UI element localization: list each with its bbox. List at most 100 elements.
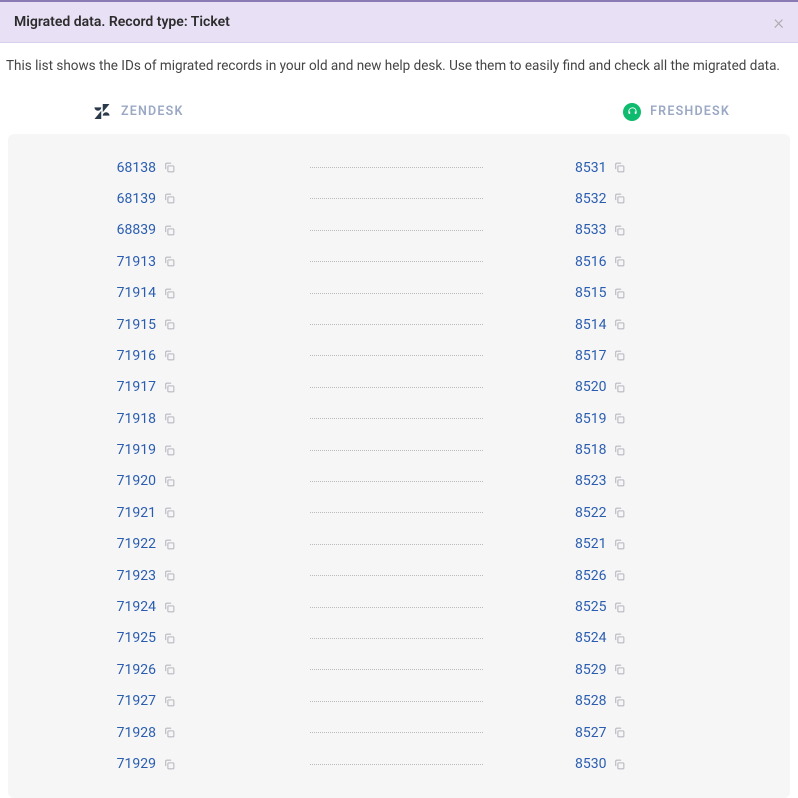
source-cell: 71915 xyxy=(20,317,308,333)
source-id-link[interactable]: 71921 xyxy=(117,505,156,521)
modal-title: Migrated data. Record type: Ticket xyxy=(14,14,230,30)
source-id-link[interactable]: 71925 xyxy=(117,630,156,646)
source-id-link[interactable]: 71917 xyxy=(117,379,156,395)
source-id-link[interactable]: 71919 xyxy=(117,442,156,458)
source-id-link[interactable]: 71928 xyxy=(117,725,156,741)
target-id-link[interactable]: 8517 xyxy=(575,348,606,364)
target-id-link[interactable]: 8523 xyxy=(575,473,606,489)
copy-icon[interactable] xyxy=(613,758,626,771)
source-id-link[interactable]: 71915 xyxy=(117,317,156,333)
copy-icon[interactable] xyxy=(163,444,176,457)
copy-icon[interactable] xyxy=(613,161,626,174)
source-id-link[interactable]: 71918 xyxy=(117,411,156,427)
table-row: 68839 8533 xyxy=(8,215,790,246)
target-id-link[interactable]: 8518 xyxy=(575,442,606,458)
target-id-link[interactable]: 8526 xyxy=(575,568,606,584)
copy-icon[interactable] xyxy=(613,663,626,676)
copy-icon[interactable] xyxy=(163,758,176,771)
target-id-link[interactable]: 8516 xyxy=(575,254,606,270)
copy-icon[interactable] xyxy=(163,255,176,268)
copy-icon[interactable] xyxy=(613,255,626,268)
row-divider xyxy=(310,355,483,356)
source-id-link[interactable]: 68839 xyxy=(117,222,156,238)
source-id-link[interactable]: 68138 xyxy=(117,160,156,176)
copy-icon[interactable] xyxy=(613,632,626,645)
source-id-link[interactable]: 71922 xyxy=(117,536,156,552)
source-cell: 71913 xyxy=(20,254,308,270)
copy-icon[interactable] xyxy=(613,224,626,237)
copy-icon[interactable] xyxy=(613,349,626,362)
target-cell: 8527 xyxy=(485,725,778,741)
source-id-link[interactable]: 71913 xyxy=(117,254,156,270)
target-id-link[interactable]: 8530 xyxy=(575,756,606,772)
source-cell: 71924 xyxy=(20,599,308,615)
target-id-link[interactable]: 8515 xyxy=(575,285,606,301)
target-id-link[interactable]: 8528 xyxy=(575,693,606,709)
copy-icon[interactable] xyxy=(613,318,626,331)
target-id-link[interactable]: 8525 xyxy=(575,599,606,615)
target-id-link[interactable]: 8521 xyxy=(575,536,606,552)
copy-icon[interactable] xyxy=(163,381,176,394)
target-id-link[interactable]: 8519 xyxy=(575,411,606,427)
source-id-link[interactable]: 71924 xyxy=(117,599,156,615)
target-cell: 8532 xyxy=(485,191,778,207)
copy-icon[interactable] xyxy=(163,287,176,300)
copy-icon[interactable] xyxy=(613,381,626,394)
tab-zendesk[interactable]: ZENDESK xyxy=(0,91,411,132)
row-divider xyxy=(310,575,483,576)
row-divider xyxy=(310,764,483,765)
target-id-link[interactable]: 8532 xyxy=(575,191,606,207)
copy-icon[interactable] xyxy=(163,349,176,362)
target-id-link[interactable]: 8520 xyxy=(575,379,606,395)
copy-icon[interactable] xyxy=(163,695,176,708)
copy-icon[interactable] xyxy=(163,412,176,425)
row-divider xyxy=(310,167,483,168)
copy-icon[interactable] xyxy=(613,506,626,519)
copy-icon[interactable] xyxy=(163,506,176,519)
copy-icon[interactable] xyxy=(613,726,626,739)
source-id-link[interactable]: 71914 xyxy=(117,285,156,301)
source-id-link[interactable]: 71929 xyxy=(117,756,156,772)
copy-icon[interactable] xyxy=(613,192,626,205)
target-cell: 8525 xyxy=(485,599,778,615)
target-id-link[interactable]: 8527 xyxy=(575,725,606,741)
target-id-link[interactable]: 8524 xyxy=(575,630,606,646)
copy-icon[interactable] xyxy=(613,412,626,425)
copy-icon[interactable] xyxy=(163,726,176,739)
copy-icon[interactable] xyxy=(163,192,176,205)
target-id-link[interactable]: 8522 xyxy=(575,505,606,521)
copy-icon[interactable] xyxy=(163,601,176,614)
zendesk-icon xyxy=(92,104,112,119)
copy-icon[interactable] xyxy=(613,601,626,614)
copy-icon[interactable] xyxy=(613,475,626,488)
target-id-link[interactable]: 8531 xyxy=(575,160,606,176)
source-cell: 71927 xyxy=(20,693,308,709)
copy-icon[interactable] xyxy=(613,444,626,457)
copy-icon[interactable] xyxy=(163,663,176,676)
description-text: This list shows the IDs of migrated reco… xyxy=(0,43,798,90)
copy-icon[interactable] xyxy=(613,287,626,300)
source-id-link[interactable]: 71926 xyxy=(117,662,156,678)
source-id-link[interactable]: 71916 xyxy=(117,348,156,364)
source-id-link[interactable]: 71923 xyxy=(117,568,156,584)
close-icon[interactable]: × xyxy=(774,12,784,32)
target-id-link[interactable]: 8514 xyxy=(575,317,606,333)
copy-icon[interactable] xyxy=(163,475,176,488)
target-cell: 8528 xyxy=(485,693,778,709)
copy-icon[interactable] xyxy=(613,538,626,551)
target-id-link[interactable]: 8529 xyxy=(575,662,606,678)
source-id-link[interactable]: 68139 xyxy=(117,191,156,207)
source-id-link[interactable]: 71927 xyxy=(117,693,156,709)
copy-icon[interactable] xyxy=(163,632,176,645)
copy-icon[interactable] xyxy=(613,569,626,582)
copy-icon[interactable] xyxy=(163,224,176,237)
copy-icon[interactable] xyxy=(163,569,176,582)
target-cell: 8522 xyxy=(485,505,778,521)
copy-icon[interactable] xyxy=(163,161,176,174)
copy-icon[interactable] xyxy=(613,695,626,708)
target-id-link[interactable]: 8533 xyxy=(575,222,606,238)
copy-icon[interactable] xyxy=(163,538,176,551)
source-id-link[interactable]: 71920 xyxy=(117,473,156,489)
tab-freshdesk[interactable]: FRESHDESK xyxy=(411,90,798,134)
copy-icon[interactable] xyxy=(163,318,176,331)
